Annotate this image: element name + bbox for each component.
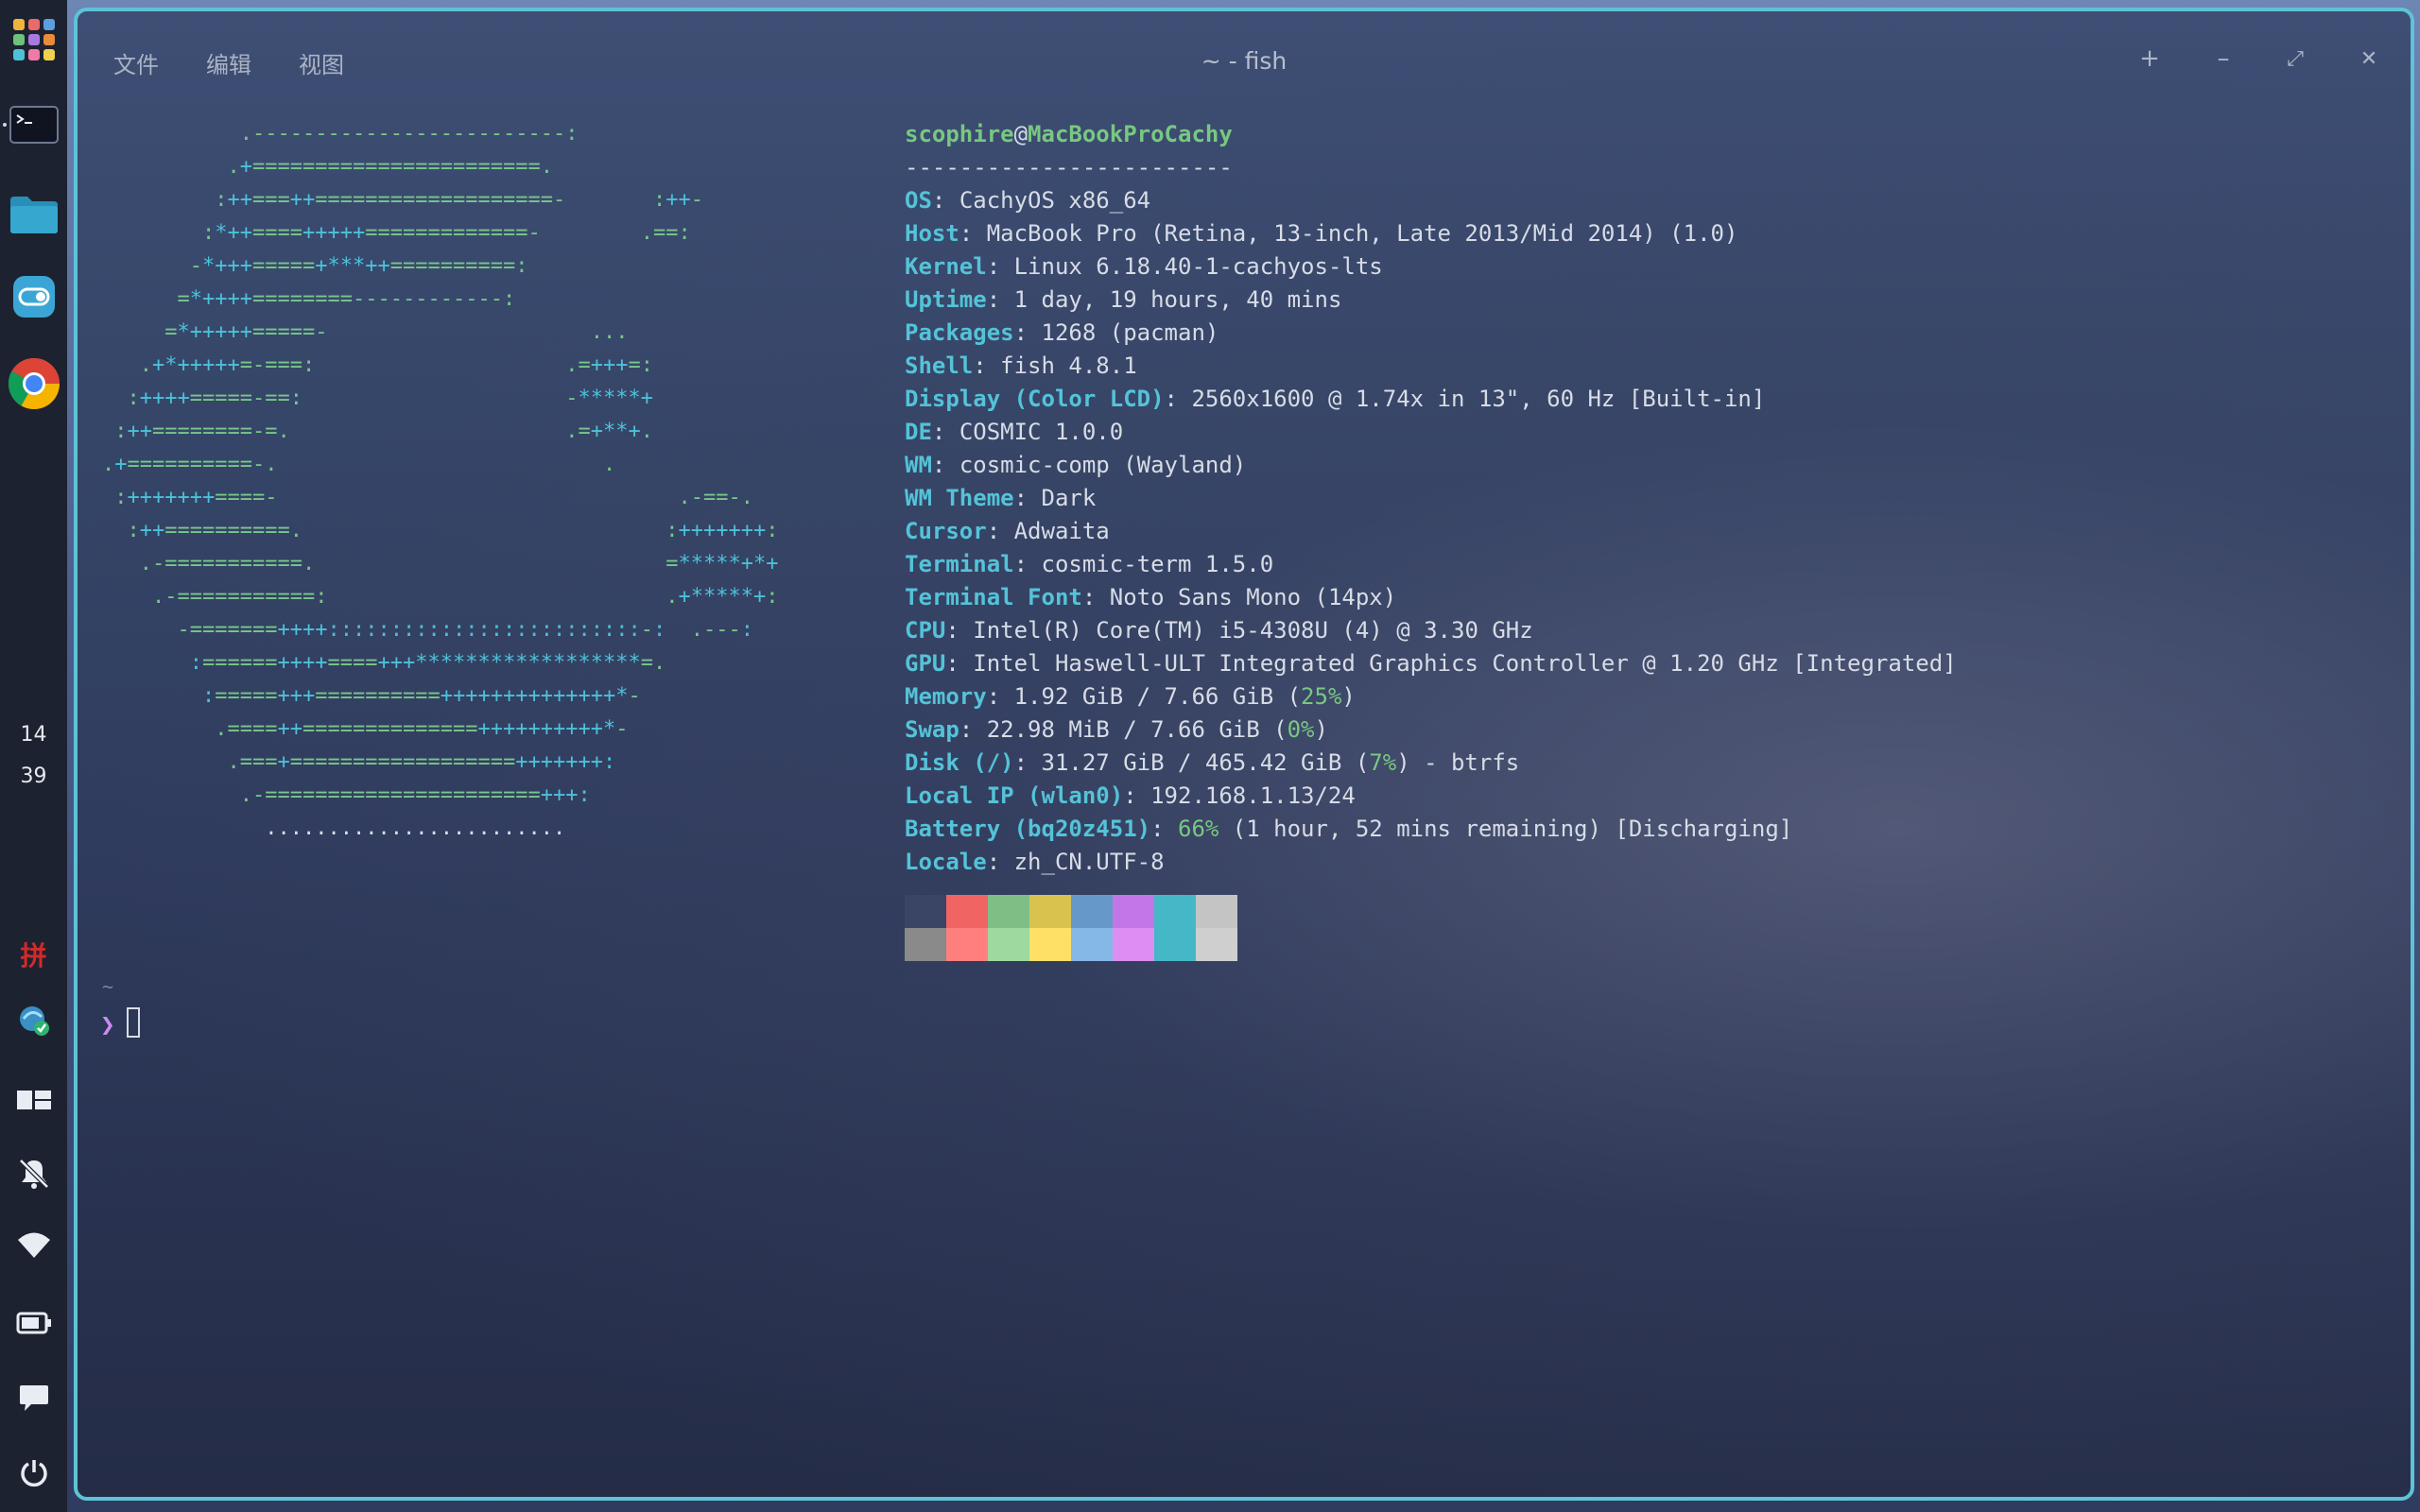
color-swatch [946,928,988,961]
info-row: Host: MacBook Pro (Retina, 13-inch, Late… [905,220,1738,247]
app-launcher-icon[interactable] [0,15,67,64]
color-swatch [905,895,946,928]
new-tab-button[interactable]: + [2131,40,2169,77]
power-icon[interactable] [0,1452,67,1493]
logo-line: -*+++=====+***++==========: [189,254,528,278]
info-row-disk: Disk (/): 31.27 GiB / 465.42 GiB (7%) - … [905,749,1520,776]
color-swatch [1113,895,1154,928]
info-user: scophire [905,121,1014,147]
color-swatch [988,928,1029,961]
close-button[interactable]: ✕ [2350,40,2388,77]
color-palette-bottom [905,928,1957,961]
info-row: Terminal: cosmic-term 1.5.0 [905,551,1274,577]
clock-hour[interactable]: 14 [0,720,67,748]
cachyos-ascii-logo: .-------------------------: .+==========… [102,117,779,845]
info-row: Shell: fish 4.8.1 [905,352,1137,379]
logo-line: .====++==============++++++++++*- [215,717,629,741]
info-row: Terminal Font: Noto Sans Mono (14px) [905,584,1397,610]
logo-line: ........................ [265,816,566,840]
info-row: Display (Color LCD): 2560x1600 @ 1.74x i… [905,386,1766,412]
logo-line: =*+++++=====- ... [164,320,629,344]
fastfetch-info[interactable]: scophire@MacBookProCachy ---------------… [905,118,1957,961]
logo-line: =*++++========------------: [177,287,516,311]
color-swatch [1113,928,1154,961]
chrome-icon[interactable] [0,355,67,412]
logo-line: .+==========-. . [102,453,616,476]
color-swatch [905,928,946,961]
dock: 14 39 拼 [0,0,67,1512]
info-row: Packages: 1268 (pacman) [905,319,1219,346]
color-palette-top [905,895,1957,928]
settings-toggle-icon[interactable] [0,272,67,321]
wifi-icon[interactable] [0,1227,67,1264]
ime-indicator[interactable]: 拼 [0,936,67,973]
logo-line: :++===++===================- :++- [215,188,703,212]
logo-line: .-===========. =*****+*+ [139,552,779,576]
files-icon[interactable] [0,187,67,240]
color-swatch [1029,895,1071,928]
terminal-window: 文件 编辑 视图 ~ - fish + – ⤢ ✕ .-------------… [74,8,2414,1501]
logo-line: :++========-=. .=+**+. [114,420,653,443]
logo-line: .===+==================+++++++: [227,750,616,774]
logo-line: .-------------------------: [239,122,579,146]
logo-line: .-======================+++: [239,783,591,807]
info-row-swap: Swap: 22.98 MiB / 7.66 GiB (0%) [905,716,1328,743]
color-swatch [988,895,1029,928]
logo-line: :=====+++==========++++++++++++++*- [202,684,641,708]
color-swatch [1196,895,1237,928]
info-separator: ------------------------ [905,154,1233,180]
info-at: @ [1013,121,1028,147]
info-row-battery: Battery (bq20z451): 66% (1 hour, 52 mins… [905,816,1793,842]
color-swatch [1029,928,1071,961]
terminal-icon[interactable] [0,102,67,147]
logo-line: :+++++++====- .-==-. [114,486,753,509]
logo-line: -=======++++:::::::::::::::::::::::::-: … [177,618,754,642]
info-row: CPU: Intel(R) Core(TM) i5-4308U (4) @ 3.… [905,617,1533,644]
info-row: Kernel: Linux 6.18.40-1-cachyos-lts [905,253,1383,280]
info-row-memory: Memory: 1.92 GiB / 7.66 GiB (25%) [905,683,1356,710]
battery-icon[interactable] [0,1304,67,1342]
logo-line: :*++====+++++=============- .==: [202,221,691,245]
messages-icon[interactable] [0,1378,67,1419]
logo-line: :++==========. :+++++++: [127,519,779,542]
maximize-button[interactable]: ⤢ [2276,40,2314,77]
info-row: Uptime: 1 day, 19 hours, 40 mins [905,286,1342,313]
logo-line: :======++++====+++******************=. [189,651,666,675]
logo-line: .-===========: .+*****+: [152,585,779,609]
terminal-cursor[interactable] [127,1007,140,1038]
prompt-cwd: ~ [102,975,114,998]
logo-line: .+*+++++=-===: .=+++=: [139,353,653,377]
info-row: WM: cosmic-comp (Wayland) [905,452,1247,478]
clock-minute[interactable]: 39 [0,762,67,790]
app-status-icon[interactable] [0,1000,67,1041]
color-swatch [1196,928,1237,961]
minimize-button[interactable]: – [2204,40,2242,77]
info-row: WM Theme: Dark [905,485,1097,511]
logo-line: :++++=====-==: -*****+ [127,387,654,410]
color-swatch [1071,928,1113,961]
color-swatch [1154,928,1196,961]
color-swatch [946,895,988,928]
notifications-muted-icon[interactable] [0,1153,67,1194]
info-row: DE: COSMIC 1.0.0 [905,419,1124,445]
window-title: ~ - fish [1201,47,1288,75]
info-host: MacBookProCachy [1028,121,1233,147]
info-row: GPU: Intel Haswell-ULT Integrated Graphi… [905,650,1957,677]
color-swatch [1071,895,1113,928]
window-titlebar[interactable]: 文件 编辑 视图 ~ - fish + – ⤢ ✕ [78,11,2411,100]
prompt-symbol: ❯ [100,1011,115,1040]
info-row: OS: CachyOS x86_64 [905,187,1151,214]
logo-line: .+=======================. [227,155,554,179]
workspaces-icon[interactable] [0,1081,67,1119]
info-row-local-ip: Local IP (wlan0): 192.168.1.13/24 [905,782,1356,809]
info-row-locale: Locale: zh_CN.UTF-8 [905,849,1165,875]
info-row: Cursor: Adwaita [905,518,1110,544]
color-swatch [1154,895,1196,928]
